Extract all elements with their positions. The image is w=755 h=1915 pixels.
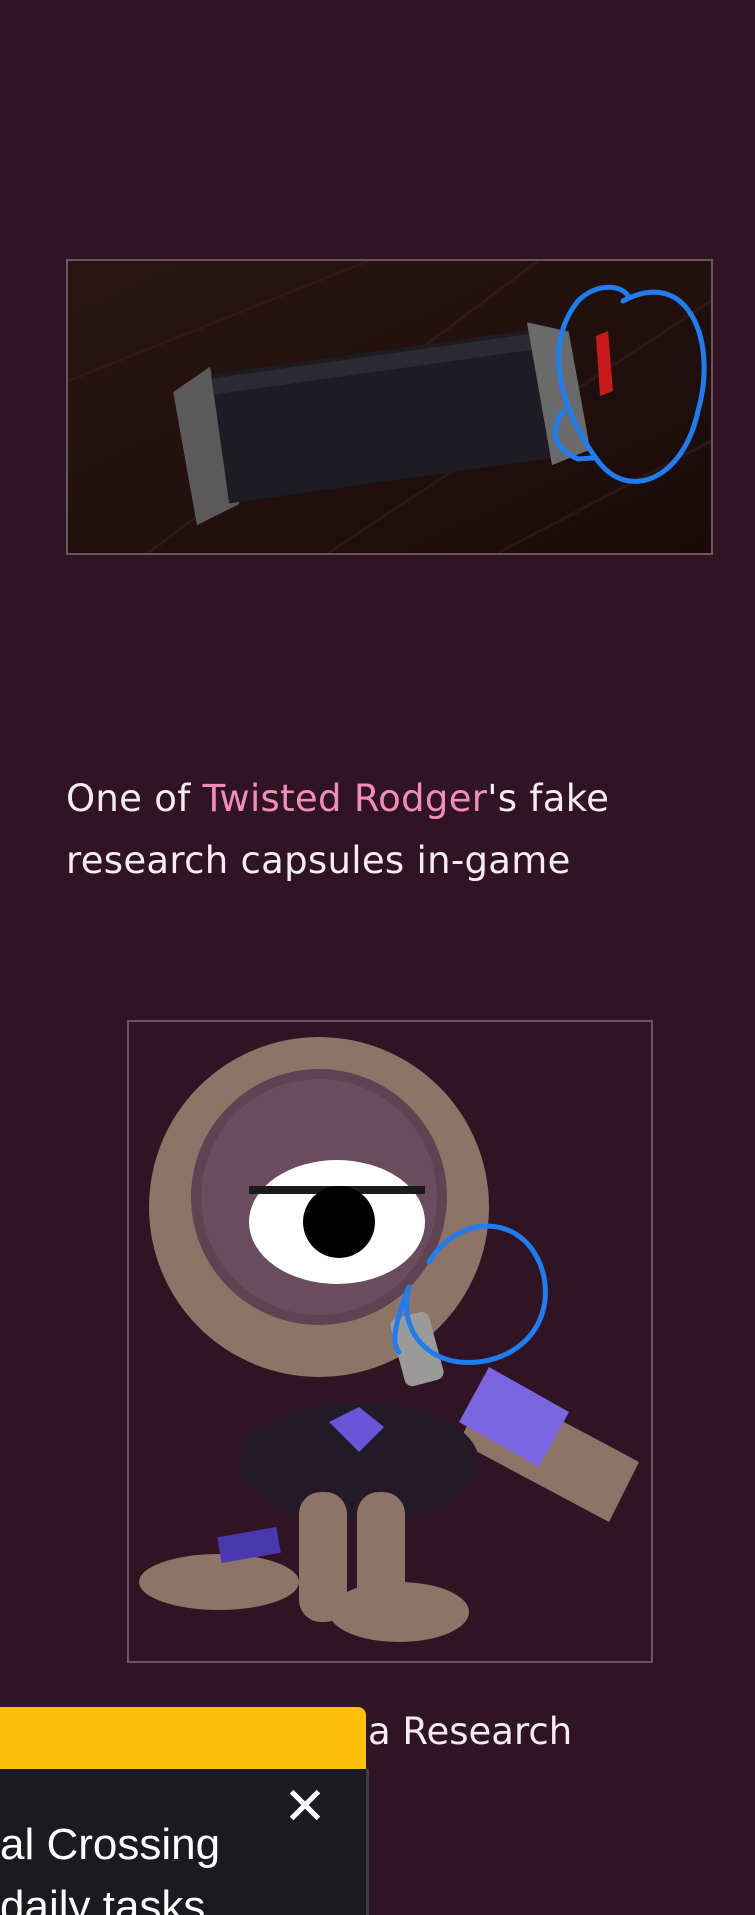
popup-header-bar [0,1707,366,1769]
popup-text: al Crossing daily tasks [0,1799,220,1915]
twisted-rodger-link[interactable]: Twisted Rodger [203,777,488,820]
twisted-rodger-illustration [139,1037,639,1642]
popup-overlay[interactable]: al Crossing daily tasks ✕ [0,1769,369,1915]
popup-line-2: daily tasks [0,1882,206,1915]
page: One of Twisted Rodger's fake research ca… [0,0,755,1915]
second-image-caption: a Research [368,1710,573,1753]
caption-prefix: One of [66,777,203,820]
image-caption: One of Twisted Rodger's fake research ca… [66,768,666,892]
capsule-screenshot-image [66,259,713,555]
close-icon[interactable]: ✕ [282,1779,328,1835]
twisted-rodger-image [127,1020,653,1663]
capsule-illustration [68,261,711,553]
